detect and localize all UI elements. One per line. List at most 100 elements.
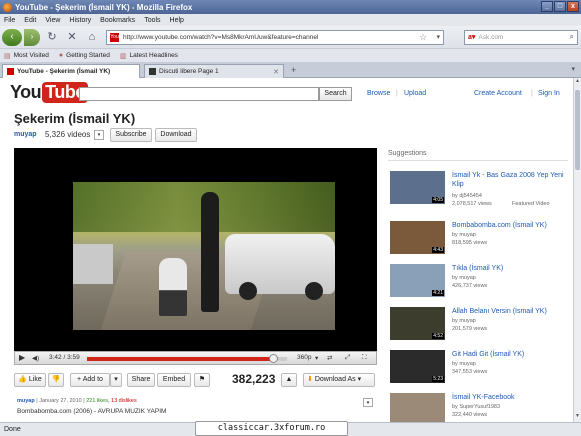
suggestion-item[interactable]: 4:05 İsmail Yk - Bas Gaza 2008 Yep Yeni … <box>390 171 570 211</box>
search-icon[interactable]: ⌕ <box>570 32 574 42</box>
bookmark-getting-started[interactable]: ● Getting Started <box>59 52 110 59</box>
suggestion-thumbnail[interactable]: 4:05 <box>390 171 445 204</box>
suggestion-item[interactable]: 5:23 Git Hadi Git (İsmail YK) by muyap 3… <box>390 350 570 390</box>
quality-selector[interactable]: 360p <box>297 354 311 361</box>
uploader-link[interactable]: muyap <box>14 131 37 138</box>
video-frame[interactable] <box>73 182 335 330</box>
suggestion-title[interactable]: İsmail YK-Facebook <box>452 393 570 402</box>
quality-dropdown-icon[interactable]: ▾ <box>315 354 318 362</box>
forward-button[interactable]: › <box>24 28 40 46</box>
link-upload[interactable]: Upload <box>404 90 426 97</box>
link-create-account[interactable]: Create Account <box>474 90 522 97</box>
dislike-button[interactable]: 👎 <box>48 373 64 387</box>
add-to-button[interactable]: + Add to <box>70 373 110 387</box>
subscribe-button[interactable]: Subscribe <box>110 128 152 142</box>
page-scrollbar[interactable]: ▲ ▼ <box>573 78 581 422</box>
link-separator: | <box>396 90 398 97</box>
share-button[interactable]: Share <box>127 373 155 387</box>
suggestion-title[interactable]: İsmail Yk - Bas Gaza 2008 Yep Yeni Klip <box>452 171 570 189</box>
stats-button[interactable]: ▲ <box>281 373 297 387</box>
link-sign-in[interactable]: Sign In <box>538 90 560 97</box>
video-player[interactable] <box>14 148 377 351</box>
flag-button[interactable]: ⚑ <box>194 373 210 387</box>
back-button[interactable]: ‹ <box>2 28 22 46</box>
link-browse[interactable]: Browse <box>367 90 390 97</box>
seek-knob[interactable] <box>269 354 278 363</box>
stop-icon[interactable]: ✕ <box>65 30 79 44</box>
video-description: Bombabomba.com (2006) - AVRUPA MUZIK YAP… <box>17 408 167 415</box>
scroll-down-icon[interactable]: ▼ <box>574 413 581 422</box>
suggestion-item[interactable]: 4:52 Allah Belanı Versin (İsmail YK) by … <box>390 307 570 347</box>
site-favicon-icon: You <box>110 32 119 42</box>
seek-bar-fill <box>87 357 273 361</box>
meta-dislikes: 13 dislikes <box>111 398 137 404</box>
bookmark-latest-headlines[interactable]: ▥ Latest Headlines <box>120 52 178 60</box>
like-button[interactable]: 👍 Like <box>14 373 46 387</box>
suggestion-views: 818,595 views <box>452 240 488 246</box>
menu-view[interactable]: View <box>45 17 60 24</box>
new-tab-icon[interactable]: + <box>291 65 296 75</box>
menu-edit[interactable]: Edit <box>24 17 36 24</box>
minimize-button[interactable]: _ <box>541 1 553 12</box>
bookmark-star-icon[interactable]: ☆ <box>419 32 427 43</box>
download-button[interactable]: Download <box>155 128 197 142</box>
scroll-thumb[interactable] <box>575 90 580 170</box>
suggestion-title[interactable]: Bombabomba.com (İsmail YK) <box>452 221 570 230</box>
embed-button[interactable]: Embed <box>157 373 191 387</box>
maximize-button[interactable]: □ <box>554 1 566 12</box>
suggestion-thumbnail[interactable] <box>390 393 445 422</box>
youtube-search-input[interactable] <box>79 87 319 101</box>
scroll-up-icon[interactable]: ▲ <box>574 78 581 87</box>
popout-icon[interactable]: ⤢ <box>345 354 350 362</box>
youtube-logo[interactable]: You Tube <box>10 82 88 103</box>
suggestion-thumbnail[interactable]: 4:43 <box>390 221 445 254</box>
suggestion-title[interactable]: Allah Belanı Versin (İsmail YK) <box>452 307 570 316</box>
search-engine-icon[interactable]: a▾ <box>468 33 475 41</box>
menu-history[interactable]: History <box>69 17 91 24</box>
menu-file[interactable]: File <box>4 17 15 24</box>
url-bar[interactable]: You http://www.youtube.com/watch?v=Ms8Mk… <box>106 29 444 45</box>
fullscreen-icon[interactable]: ⛶ <box>362 354 367 362</box>
tab-youtube[interactable]: YouTube - Şekerim (İsmail YK) <box>2 64 140 78</box>
close-tab-icon[interactable]: ✕ <box>273 68 279 76</box>
suggestion-item[interactable]: 4:21 Tıkla (İsmail YK) by muyap 426,737 … <box>390 264 570 304</box>
add-to-dropdown-icon[interactable]: ▾ <box>110 373 122 387</box>
suggestion-title[interactable]: Tıkla (İsmail YK) <box>452 264 570 273</box>
suggestion-author: by muyap <box>452 318 476 324</box>
play-icon[interactable]: ▶ <box>19 353 25 362</box>
menu-help[interactable]: Help <box>170 17 184 24</box>
suggestion-author: by dj545454 <box>452 193 482 199</box>
suggestion-thumbnail[interactable]: 5:23 <box>390 350 445 383</box>
home-icon[interactable]: ⌂ <box>85 30 99 44</box>
bookmark-most-visited[interactable]: ▤ Most Visited <box>4 52 49 60</box>
tab-discuti[interactable]: Discuti libere Page 1 ✕ <box>144 64 284 78</box>
expand-description-icon[interactable]: ▾ <box>363 398 373 407</box>
suggestion-duration: 4:05 <box>432 197 444 203</box>
flag-icon: ⚑ <box>198 376 206 383</box>
suggestion-item[interactable]: 4:43 Bombabomba.com (İsmail YK) by muyap… <box>390 221 570 261</box>
search-bar[interactable]: a▾ Ask.com ⌕ <box>464 29 578 45</box>
suggestion-author: by muyap <box>452 361 476 367</box>
suggestion-thumbnail[interactable]: 4:52 <box>390 307 445 340</box>
suggestion-item[interactable]: İsmail YK-Facebook by SuperYusuf1983 322… <box>390 393 570 422</box>
menu-tools[interactable]: Tools <box>144 17 160 24</box>
video-count-dropdown-icon[interactable]: ▾ <box>94 130 104 140</box>
menu-bookmarks[interactable]: Bookmarks <box>100 17 135 24</box>
tab-list-icon[interactable]: ▾ <box>571 65 575 73</box>
rss-icon: ▥ <box>119 52 127 60</box>
meta-date: January 27, 2010 <box>39 398 82 404</box>
youtube-search-button[interactable]: Search <box>319 87 352 101</box>
close-window-button[interactable]: x <box>567 1 579 12</box>
suggestion-title[interactable]: Git Hadi Git (İsmail YK) <box>452 350 570 359</box>
reload-icon[interactable]: ↻ <box>45 30 59 44</box>
download-as-button[interactable]: ⬇ Download As ▾ <box>303 373 375 387</box>
suggestion-thumbnail[interactable]: 4:21 <box>390 264 445 297</box>
folder-icon: ▤ <box>4 52 11 60</box>
seek-bar[interactable] <box>87 354 287 363</box>
tab-label: YouTube - Şekerim (İsmail YK) <box>17 68 111 75</box>
annotations-icon[interactable]: ⇄ <box>327 354 332 362</box>
meta-user[interactable]: muyap <box>17 398 35 404</box>
thumbs-up-icon: 👍 <box>18 376 27 383</box>
volume-icon[interactable]: ◀) <box>32 354 39 362</box>
url-dropdown-icon[interactable]: ▾ <box>436 33 440 41</box>
